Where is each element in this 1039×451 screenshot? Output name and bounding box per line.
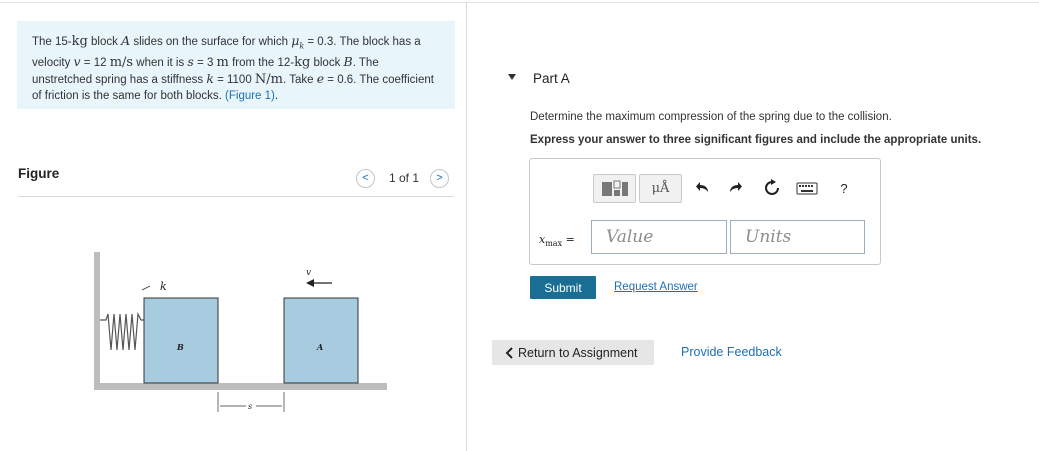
k-leader	[141, 285, 151, 291]
keyboard-icon[interactable]	[796, 179, 818, 197]
block-b	[143, 297, 219, 384]
figure-rule	[18, 196, 454, 197]
figure-1-link[interactable]: (Figure 1)	[225, 90, 275, 102]
figure-pager: < 1 of 1 >	[356, 168, 450, 188]
reset-icon[interactable]	[763, 179, 781, 197]
figure-illustration: k v B A s	[94, 252, 387, 412]
request-answer-link[interactable]: Request Answer	[614, 281, 698, 293]
templates-icon	[601, 180, 628, 196]
undo-icon[interactable]	[694, 179, 712, 197]
label-s: s	[248, 402, 252, 411]
value-input[interactable]: Value	[591, 220, 727, 254]
xmax-label: xmax =	[539, 233, 575, 249]
help-icon[interactable]: ?	[835, 179, 853, 197]
prev-figure-button[interactable]: <	[356, 168, 375, 188]
next-figure-button[interactable]: >	[430, 168, 450, 188]
units-glyph: μÅ	[651, 181, 670, 196]
figure-title: Figure	[18, 166, 60, 181]
redo-icon[interactable]	[726, 179, 744, 197]
chevron-left-icon	[505, 346, 513, 359]
spring	[100, 311, 144, 351]
floor	[94, 383, 387, 390]
velocity-arrowhead	[306, 279, 314, 287]
label-a: A	[316, 342, 323, 352]
collapse-caret-icon[interactable]	[508, 74, 516, 80]
figure-page-count: 1 of 1	[389, 171, 420, 185]
block-a	[283, 297, 359, 384]
label-b: B	[176, 342, 184, 352]
provide-feedback-link[interactable]: Provide Feedback	[681, 345, 782, 359]
column-divider	[466, 2, 467, 451]
top-rule	[0, 2, 1039, 3]
templates-button[interactable]	[593, 174, 636, 203]
instruction-text: Express your answer to three significant…	[530, 134, 982, 146]
question-text: Determine the maximum compression of the…	[530, 111, 892, 123]
submit-button[interactable]: Submit	[530, 276, 596, 299]
part-a-title[interactable]: Part A	[533, 71, 570, 86]
answer-box: μÅ ? xmax = Value Units	[529, 158, 881, 265]
wall	[94, 252, 100, 383]
units-input[interactable]: Units	[730, 220, 865, 254]
return-to-assignment-button[interactable]: Return to Assignment	[492, 340, 654, 365]
problem-statement: The 15-kg block A slides on the surface …	[17, 21, 455, 109]
units-button[interactable]: μÅ	[639, 174, 682, 203]
label-k: k	[160, 280, 167, 293]
label-v: v	[306, 268, 311, 278]
